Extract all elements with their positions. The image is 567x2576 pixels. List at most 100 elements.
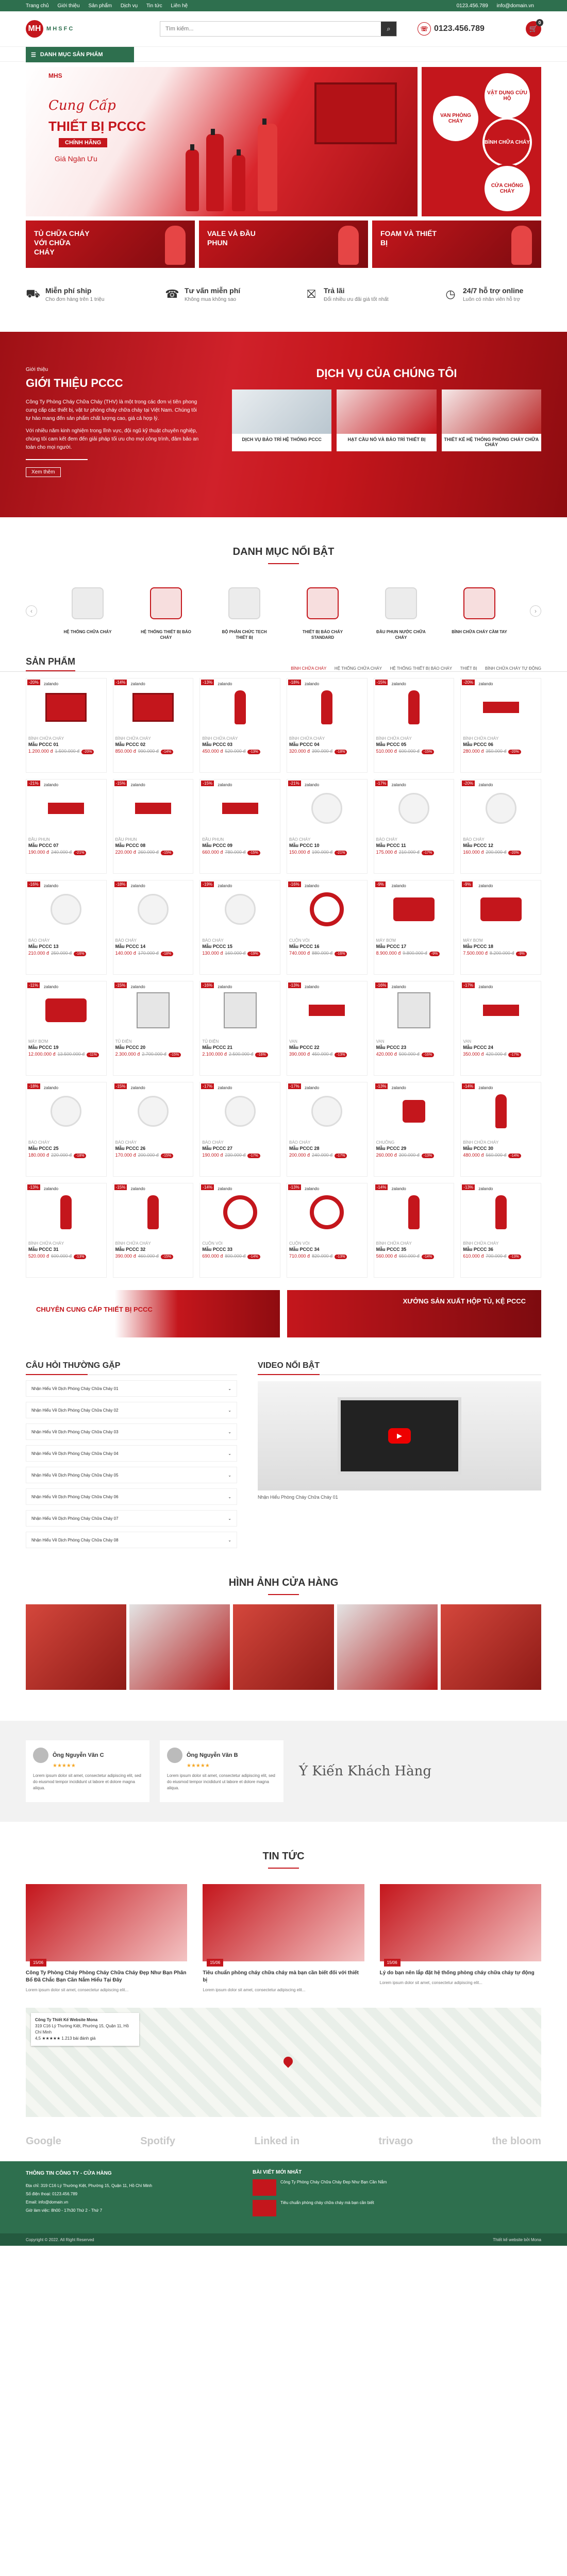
product-name[interactable]: Mẫu PCCC 02 [115,742,191,747]
product-card[interactable]: -17% zalando BÁO CHÁY Mẫu PCCC 11 175.000 đ2… [373,779,455,874]
news-title[interactable]: Lý do bạn nên lắp đặt hệ thống phòng chá… [380,1970,541,1977]
product-name[interactable]: Mẫu PCCC 11 [376,843,452,848]
search-button[interactable]: ⌕ [381,22,396,36]
product-card[interactable]: -13% zalando CHUÔNG Mẫu PCCC 29 260.000 đ 300… [373,1082,455,1177]
product-card[interactable]: -13% zalando BÌNH CHỮA CHÁY Mẫu PCCC 36 610.… [460,1183,541,1278]
product-card[interactable]: -15% zalando BÁO CHÁY Mẫu PCCC 26 170.000 đ2… [112,1082,194,1177]
product-card[interactable]: -13% zalando BÌNH CHỮA CHÁY Mẫu PCCC 31 520.… [26,1183,107,1278]
product-image[interactable]: zalando [202,883,278,936]
product-card[interactable]: -13% zalando BÌNH CHỮA CHÁY Mẫu PCCC 03 450.… [199,678,280,773]
news-card[interactable]: 15/06 Tiêu chuẩn phòng cháy chữa cháy mà … [203,1884,364,1993]
product-image[interactable]: zalando [28,782,104,835]
next-arrow-icon[interactable]: › [530,605,541,617]
product-image[interactable]: zalando [115,681,191,734]
search-input[interactable] [160,22,381,36]
product-image[interactable]: zalando [289,681,365,734]
product-name[interactable]: Mẫu PCCC 09 [202,843,278,848]
product-card[interactable]: -17% zalando BÁO CHÁY Mẫu PCCC 27 190.000 đ2… [199,1082,280,1177]
product-card[interactable]: -18% zalando BÌNH CHỮA CHÁY Mẫu PCCC 04 320.… [287,678,368,773]
product-tab[interactable]: THIẾT BỊ [460,666,477,671]
product-image[interactable]: zalando [289,782,365,835]
product-image[interactable]: zalando [28,1084,104,1138]
product-image[interactable]: zalando [202,1185,278,1239]
product-name[interactable]: Mẫu PCCC 32 [115,1247,191,1252]
news-image[interactable]: 15/06 [203,1884,364,1967]
store-image[interactable] [440,1604,542,1690]
product-card[interactable]: -15% zalando ĐẦU PHUN Mẫu PCCC 08 220.000 đ2… [112,779,194,874]
product-name[interactable]: Mẫu PCCC 12 [463,843,539,848]
cart-button[interactable]: 🛒 0 [526,19,543,37]
product-image[interactable]: zalando [376,883,452,936]
product-card[interactable]: -14% zalando BÌNH CHỮA CHÁY Mẫu PCCC 30 480.… [460,1082,541,1177]
product-card[interactable]: -18% zalando BÁO CHÁY Mẫu PCCC 25 180.000 đ2… [26,1082,107,1177]
product-name[interactable]: Mẫu PCCC 01 [28,742,104,747]
top-email[interactable]: info@domain.vn [497,3,534,9]
top-link[interactable]: Dịch vụ [121,3,138,9]
product-tab[interactable]: HỆ THỐNG CHỮA CHÁY [335,666,382,671]
product-card[interactable]: -9% zalando MÁY BƠM Mẫu PCCC 18 7.500.000 đ8… [460,880,541,975]
header-phone[interactable]: ☏ 0123.456.789 [418,22,485,36]
product-card[interactable]: -21% zalando BÁO CHÁY Mẫu PCCC 10 150.000 đ1… [287,779,368,874]
product-name[interactable]: Mẫu PCCC 19 [28,1045,104,1050]
store-image[interactable] [337,1604,438,1690]
product-image[interactable]: zalando [202,782,278,835]
faq-item[interactable]: Nhận Hiểu Về Dịch Phòng Cháy Chữa Cháy 0… [26,1467,237,1483]
product-card[interactable]: -15% zalando BÌNH CHỮA CHÁY Mẫu PCCC 32 390.… [112,1183,194,1278]
map-pin-icon[interactable] [281,2055,295,2069]
news-card[interactable]: 15/06 Công Ty Phòng Cháy Phòng Cháy Chữa … [26,1884,188,1993]
promo-banner[interactable]: CHUYÊN CUNG CẤP THIẾT BỊ PCCC [26,1290,280,1337]
product-name[interactable]: Mẫu PCCC 14 [115,944,191,949]
product-card[interactable]: -9% zalando MÁY BƠM Mẫu PCCC 17 8.900.000 đ9… [373,880,455,975]
product-name[interactable]: Mẫu PCCC 30 [463,1146,539,1151]
product-name[interactable]: Mẫu PCCC 23 [376,1045,452,1050]
product-card[interactable]: -21% zalando ĐẦU PHUN Mẫu PCCC 07 190.000 đ2… [26,779,107,874]
product-name[interactable]: Mẫu PCCC 29 [376,1146,452,1151]
mini-banner[interactable]: TỦ CHỮA CHÁY VỚI CHỮA CHÁY [26,221,195,268]
product-name[interactable]: Mẫu PCCC 28 [289,1146,365,1151]
product-name[interactable]: Mẫu PCCC 27 [202,1146,278,1151]
product-card[interactable]: -20% zalando BÌNH CHỮA CHÁY Mẫu PCCC 06 280.… [460,678,541,773]
hero-banner[interactable]: MHS Cung Cấp THIẾT BỊ PCCC CHÍNH HÃNG Gi… [26,67,418,216]
product-image[interactable]: zalando [28,681,104,734]
product-name[interactable]: Mẫu PCCC 36 [463,1247,539,1252]
product-card[interactable]: -18% zalando BÁO CHÁY Mẫu PCCC 14 140.000 đ1… [112,880,194,975]
product-card[interactable]: -16% zalando TỦ ĐIỆN Mẫu PCCC 21 2.100.000 đ… [199,981,280,1076]
service-card[interactable]: HẠT CẦU NỔ VÀ BẢO TRÌ THIẾT BỊ [337,389,437,451]
faq-item[interactable]: Nhận Hiểu Về Dịch Phòng Cháy Chữa Cháy 0… [26,1488,237,1505]
product-name[interactable]: Mẫu PCCC 15 [202,944,278,949]
product-card[interactable]: -13% zalando CUỘN VÒI Mẫu PCCC 34 710.000 đ8… [287,1183,368,1278]
product-name[interactable]: Mẫu PCCC 07 [28,843,104,848]
product-card[interactable]: -16% zalando CUỘN VÒI Mẫu PCCC 16 740.000 đ8… [287,880,368,975]
faq-item[interactable]: Nhận Hiểu Về Dịch Phòng Cháy Chữa Cháy 0… [26,1380,237,1397]
product-name[interactable]: Mẫu PCCC 06 [463,742,539,747]
footer-post[interactable]: Công Ty Phòng Cháy Chữa Cháy Đẹp Như Bạn… [253,2179,541,2196]
product-name[interactable]: Mẫu PCCC 16 [289,944,365,949]
footer-post[interactable]: Tiêu chuẩn phòng cháy chữa cháy mà bạn c… [253,2200,541,2216]
news-title[interactable]: Công Ty Phòng Cháy Phòng Cháy Chữa Cháy … [26,1970,187,1984]
product-image[interactable]: zalando [289,1185,365,1239]
intro-more-button[interactable]: Xem thêm [26,467,61,477]
product-image[interactable]: zalando [289,883,365,936]
product-name[interactable]: Mẫu PCCC 10 [289,843,365,848]
faq-item[interactable]: Nhận Hiểu Về Dịch Phòng Cháy Chữa Cháy 0… [26,1423,237,1440]
play-icon[interactable]: ▶ [388,1428,411,1444]
product-card[interactable]: -19% zalando BÁO CHÁY Mẫu PCCC 15 130.000 đ1… [199,880,280,975]
faq-item[interactable]: Nhận Hiểu Về Dịch Phòng Cháy Chữa Cháy 0… [26,1532,237,1548]
faq-item[interactable]: Nhận Hiểu Về Dịch Phòng Cháy Chữa Cháy 0… [26,1402,237,1418]
product-card[interactable]: -15% zalando ĐẦU PHUN Mẫu PCCC 09 660.000 đ7… [199,779,280,874]
product-name[interactable]: Mẫu PCCC 24 [463,1045,539,1050]
product-name[interactable]: Mẫu PCCC 13 [28,944,104,949]
product-image[interactable]: zalando [463,681,539,734]
mini-banner[interactable]: VALE VÀ ĐẦU PHUN [199,221,368,268]
product-tab[interactable]: HỆ THỐNG THIẾT BỊ BÁO CHÁY [390,666,452,671]
product-image[interactable]: zalando [202,984,278,1037]
product-image[interactable]: zalando [463,984,539,1037]
product-name[interactable]: Mẫu PCCC 26 [115,1146,191,1151]
store-image[interactable] [233,1604,334,1690]
product-name[interactable]: Mẫu PCCC 20 [115,1045,191,1050]
top-link[interactable]: Sản phẩm [88,3,112,9]
product-name[interactable]: Mẫu PCCC 03 [202,742,278,747]
product-card[interactable]: -16% zalando BÁO CHÁY Mẫu PCCC 13 210.000 đ2… [26,880,107,975]
product-image[interactable]: zalando [289,984,365,1037]
news-card[interactable]: 15/06 Lý do bạn nên lắp đặt hệ thống phòn… [379,1884,541,1993]
